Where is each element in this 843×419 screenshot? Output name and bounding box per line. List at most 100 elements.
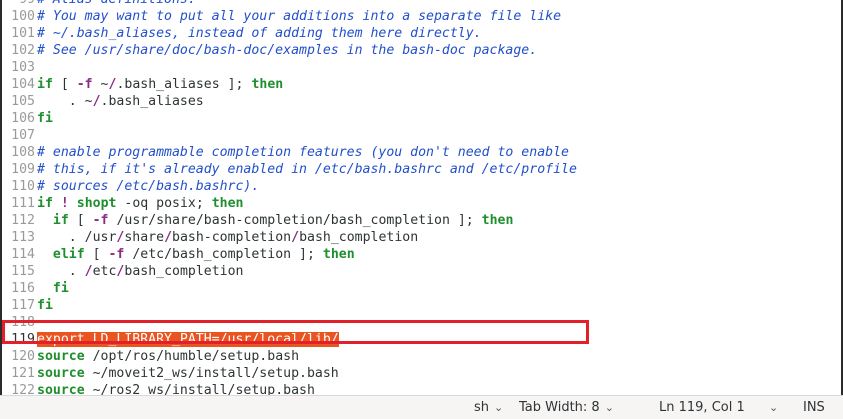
code-token: . /usr <box>37 230 117 245</box>
code-token: etc <box>92 264 117 279</box>
code-line[interactable]: 101 # ~/.bash_aliases, instead of adding … <box>2 25 482 42</box>
line-number: 121 <box>11 366 35 381</box>
code-token: # this, if it's already enabled in /etc/… <box>37 162 577 177</box>
code-line[interactable]: 118 <box>2 314 37 331</box>
line-number: 103 <box>11 60 35 75</box>
code-text: if [ -f /usr/share/bash-completion/bash_… <box>37 213 514 228</box>
code-token: source <box>37 366 85 381</box>
code-token: if <box>37 196 53 211</box>
code-token: fi <box>37 111 53 126</box>
code-token: / <box>291 230 300 245</box>
code-line[interactable]: 111 if ! shopt -oq posix; then <box>2 195 244 212</box>
code-line[interactable]: 103 <box>2 59 37 76</box>
code-token: share <box>124 230 165 245</box>
cursor-position-label: Ln 119, Col 1 <box>659 400 745 415</box>
code-line[interactable]: 108 # enable programmable completion feat… <box>2 144 569 161</box>
code-line[interactable]: 112 if [ -f /usr/share/bash-completion/b… <box>2 212 513 229</box>
code-token: -f <box>92 213 109 228</box>
code-line[interactable]: 122 source ~/ros2_ws/install/setup.bash <box>2 382 315 395</box>
code-token: then <box>481 213 514 228</box>
code-line[interactable]: 121 source ~/moveit2_ws/install/setup.bas… <box>2 365 339 382</box>
code-line[interactable]: 99# Alias definitions. <box>2 0 196 8</box>
code-line[interactable]: 110 # sources /etc/bash.bashrc). <box>2 178 259 195</box>
code-line[interactable]: 104 if [ -f ~/.bash_aliases ]; then <box>2 76 283 93</box>
line-number: 122 <box>11 383 35 395</box>
line-number: 115 <box>11 264 35 279</box>
line-number: 101 <box>11 26 35 41</box>
code-token: then <box>322 247 355 262</box>
code-text: fi <box>37 111 53 126</box>
code-text: if [ -f ~/.bash_aliases ]; then <box>37 77 283 92</box>
code-line[interactable]: 115 . /etc/bash_completion <box>2 263 243 280</box>
line-number: 102 <box>11 43 35 58</box>
code-token: fi <box>52 281 69 296</box>
code-token: ~ <box>92 77 109 92</box>
line-number: 113 <box>11 230 35 245</box>
code-line[interactable]: 102 # See /usr/share/doc/bash-doc/example… <box>2 42 537 59</box>
code-line[interactable]: 107 <box>2 127 37 144</box>
code-text: # You may want to put all your additions… <box>37 9 561 24</box>
chevron-down-icon: ⌄ <box>494 401 504 414</box>
line-number: 112 <box>11 213 35 228</box>
status-bar: sh ⌄ Tab Width: 8 ⌄ Ln 119, Col 1 ⌄ INS <box>0 395 843 419</box>
language-label: sh <box>474 400 490 415</box>
code-token: / <box>84 264 93 279</box>
line-number: 117 <box>11 298 35 313</box>
code-token: # sources /etc/bash.bashrc). <box>37 179 260 194</box>
code-line[interactable]: 119 export LD_LIBRARY_PATH=/usr/local/lib… <box>2 331 339 348</box>
position-menu-chevron[interactable]: ⌄ <box>764 400 778 416</box>
insert-mode-label: INS <box>803 400 825 415</box>
code-token: /opt/ros/humble/setup.bash <box>84 349 300 364</box>
code-text: # See /usr/share/doc/bash-doc/examples i… <box>37 43 537 58</box>
line-number: 114 <box>11 247 35 262</box>
code-line[interactable]: 120 source /opt/ros/humble/setup.bash <box>2 348 299 365</box>
code-line[interactable]: 105 . ~/.bash_aliases <box>2 93 204 110</box>
code-line[interactable]: 117 fi <box>2 297 53 314</box>
chevron-down-icon: ⌄ <box>769 401 779 414</box>
code-line[interactable]: 113 . /usr/share/bash-completion/bash_co… <box>2 229 418 246</box>
line-number: 118 <box>11 315 35 330</box>
code-token: if <box>37 77 53 92</box>
code-token: -oq posix; <box>116 196 212 211</box>
tab-width-selector[interactable]: Tab Width: 8 ⌄ <box>519 400 614 416</box>
code-token: fi <box>37 298 53 313</box>
code-line[interactable]: 100 # You may want to put all your additi… <box>2 8 561 25</box>
code-token: -f <box>76 77 93 92</box>
line-number: 119 <box>11 332 35 347</box>
code-text: source ~/ros2_ws/install/setup.bash <box>37 383 315 395</box>
code-text: . /usr/share/bash-completion/bash_comple… <box>37 230 418 245</box>
code-text: source ~/moveit2_ws/install/setup.bash <box>37 366 339 381</box>
code-token: ! <box>60 196 69 211</box>
code-text: # ~/.bash_aliases, instead of adding the… <box>37 26 482 41</box>
code-text: if ! shopt -oq posix; then <box>37 196 244 211</box>
line-number: 105 <box>11 94 35 109</box>
code-line[interactable]: 106 fi <box>2 110 53 127</box>
language-selector[interactable]: sh ⌄ <box>474 400 503 416</box>
code-token: # enable programmable completion feature… <box>37 145 569 160</box>
code-line[interactable]: 114 elif [ -f /etc/bash_completion ]; th… <box>2 246 355 263</box>
code-token: bash_completion <box>299 230 419 245</box>
code-token: -f <box>108 247 125 262</box>
code-token: ~/ros2_ws/install/setup.bash <box>84 383 315 395</box>
code-line[interactable]: 116 fi <box>2 280 69 297</box>
cursor-position-selector[interactable]: Ln 119, Col 1 <box>659 400 745 416</box>
selected-text: export LD_LIBRARY_PATH=/usr/local/lib/ <box>37 332 339 347</box>
code-token: . ~ <box>37 94 93 109</box>
code-text: # enable programmable completion feature… <box>37 145 569 160</box>
code-text: elif [ -f /etc/bash_completion ]; then <box>37 247 355 262</box>
line-number: 99 <box>2 0 37 8</box>
insert-mode-indicator[interactable]: INS <box>803 400 825 416</box>
code-token: then <box>211 196 244 211</box>
chevron-down-icon: ⌄ <box>604 401 614 414</box>
code-text: # sources /etc/bash.bashrc). <box>37 179 259 194</box>
code-token: # You may want to put all your additions… <box>37 9 562 24</box>
code-line[interactable]: 109 # this, if it's already enabled in /e… <box>2 161 577 178</box>
code-token: [ <box>84 247 109 262</box>
text-editor[interactable]: 99# Alias definitions.100# You may want … <box>0 0 843 395</box>
line-number: 120 <box>11 349 35 364</box>
